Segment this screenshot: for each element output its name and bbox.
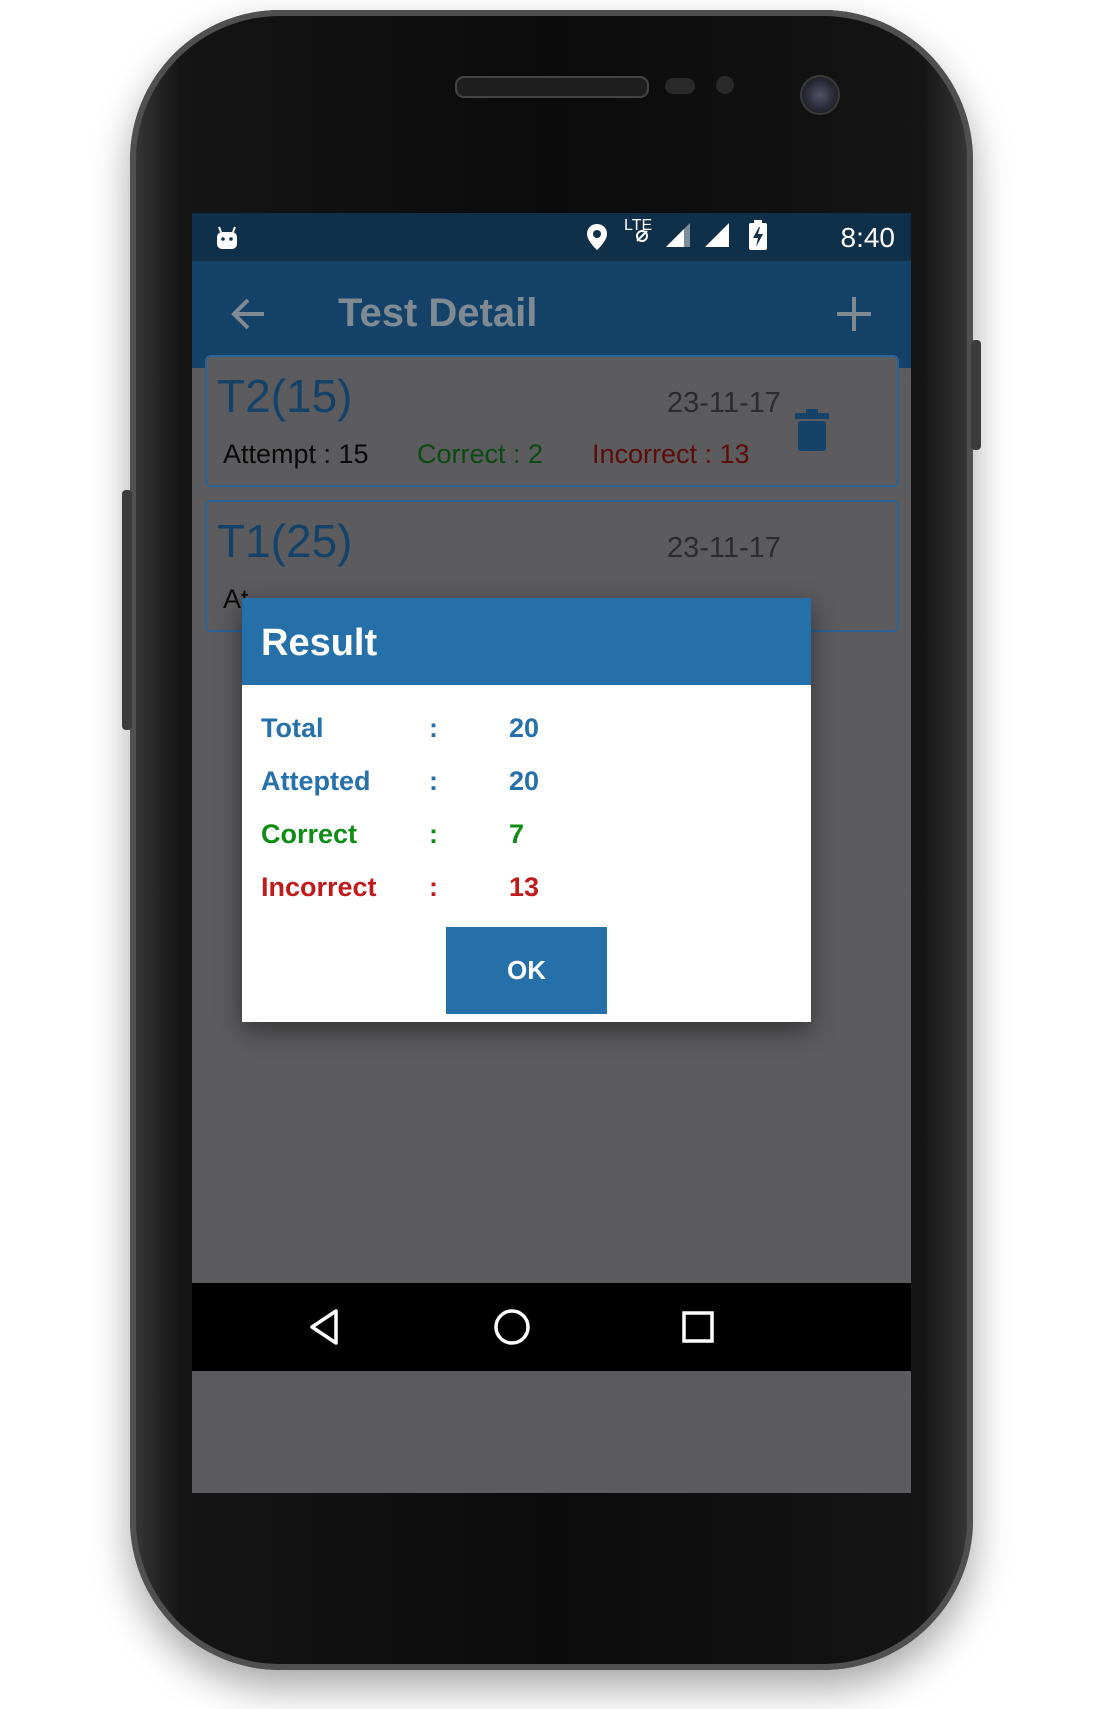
row-separator: : xyxy=(429,872,438,902)
result-row-correct: Correct : 7 xyxy=(242,813,811,853)
side-button-right xyxy=(971,340,981,450)
dialog-header: Result xyxy=(242,598,811,685)
light-sensor xyxy=(716,76,734,94)
row-value: 20 xyxy=(509,713,540,743)
recents-square-icon[interactable] xyxy=(676,1305,720,1349)
test-name: T2(15) xyxy=(217,370,353,422)
navigation-bar xyxy=(192,1283,911,1371)
dialog-title: Result xyxy=(261,622,378,664)
test-card[interactable]: T2(15) 23-11-17 Attempt : 15 Correct : 2… xyxy=(205,355,899,487)
result-row-incorrect: Incorrect : 13 xyxy=(242,866,811,906)
front-camera xyxy=(800,75,840,115)
android-icon xyxy=(217,226,237,249)
clock: 8:40 xyxy=(840,222,896,253)
signal-full-icon xyxy=(705,223,729,247)
correct-count: Correct : 2 xyxy=(417,439,544,469)
earpiece-speaker xyxy=(455,76,649,98)
plus-icon[interactable] xyxy=(831,291,877,337)
screen: LTE 8:40 Test Detail T2(15) 23-11-17 Att… xyxy=(192,213,911,1493)
ok-button[interactable]: OK xyxy=(446,927,607,1014)
battery-charging-icon xyxy=(749,220,767,250)
location-icon xyxy=(587,224,607,250)
result-row-attempted: Attepted : 20 xyxy=(242,760,811,800)
arrow-left-icon[interactable] xyxy=(226,291,272,337)
row-value: 13 xyxy=(509,872,540,902)
incorrect-count: Incorrect : 13 xyxy=(592,439,750,469)
row-value: 7 xyxy=(509,819,525,849)
trash-icon[interactable] xyxy=(795,409,829,451)
back-triangle-icon[interactable] xyxy=(304,1305,348,1349)
signal-icon xyxy=(666,223,690,247)
test-date: 23-11-17 xyxy=(667,387,781,419)
row-separator: : xyxy=(429,766,438,796)
attempt-count: Attempt : 15 xyxy=(223,439,369,469)
status-bar: LTE 8:40 xyxy=(192,213,911,261)
lte-icon: LTE xyxy=(624,217,660,247)
test-name: T1(25) xyxy=(217,515,353,567)
proximity-sensor xyxy=(665,78,695,94)
row-separator: : xyxy=(429,713,438,743)
side-button-left xyxy=(122,490,132,730)
page-title: Test Detail xyxy=(338,291,538,335)
row-label: Incorrect xyxy=(261,872,377,902)
test-date: 23-11-17 xyxy=(667,532,781,564)
row-label: Total xyxy=(261,713,324,743)
result-dialog: Result Total : 20 Attepted : 20 Correct … xyxy=(242,598,811,1022)
row-label: Correct xyxy=(261,819,358,849)
result-row-total: Total : 20 xyxy=(242,707,811,747)
row-value: 20 xyxy=(509,766,540,796)
app-bar: Test Detail xyxy=(192,261,911,368)
row-label: Attepted xyxy=(261,766,371,796)
row-separator: : xyxy=(429,819,438,849)
home-circle-icon[interactable] xyxy=(490,1305,534,1349)
